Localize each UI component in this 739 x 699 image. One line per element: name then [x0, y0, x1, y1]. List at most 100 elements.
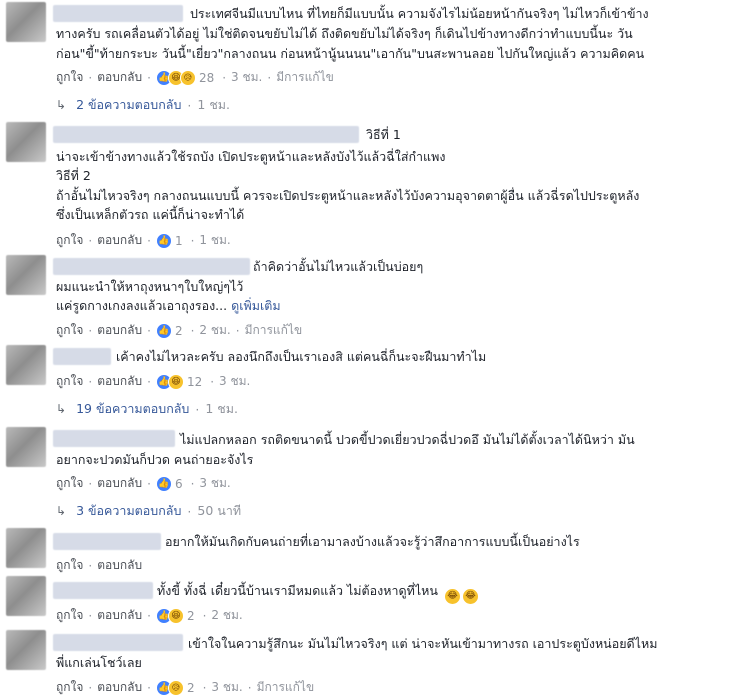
- commenter-avatar[interactable]: [6, 2, 46, 42]
- view-replies-link[interactable]: ↳ 19 ข้อความตอบกลับ · 1 ชม.: [56, 399, 238, 419]
- view-replies-link[interactable]: ↳ 3 ข้อความตอบกลับ · 50 นาที: [56, 501, 241, 521]
- comment-text-line: อยากจะปวดมันก็ปวด คนถ่ายอะจังไร: [56, 452, 254, 467]
- reaction-count: 2: [174, 323, 183, 338]
- like-link[interactable]: ถูกใจ: [56, 372, 83, 391]
- comment-actions: ถูกใจ · ตอบกลับ · 👍 2 · 2 ชม. · มีการแก้…: [56, 321, 302, 340]
- like-link[interactable]: ถูกใจ: [56, 474, 83, 493]
- reply-link[interactable]: ตอบกลับ: [97, 231, 142, 250]
- comment-text-line: น่าจะเข้าข้างทางแล้วใช้รถบัง เปิดประตูหน…: [56, 149, 446, 164]
- like-link[interactable]: ถูกใจ: [56, 231, 83, 250]
- view-replies-link[interactable]: ↳ 2 ข้อความตอบกลับ · 1 ชม.: [56, 95, 230, 115]
- comment-text-line: แค่รูดกางเกงลงแล้วเอาถุงรอง... ดูเพิ่มเต…: [56, 296, 281, 315]
- reaction-count: 6: [174, 476, 183, 491]
- separator-dot: ·: [88, 323, 93, 338]
- reactions-summary[interactable]: 👍 6: [155, 475, 183, 492]
- separator-dot: ·: [88, 608, 93, 623]
- separator-dot: ·: [88, 558, 93, 573]
- separator-dot: ·: [267, 70, 272, 85]
- commenter-name[interactable]: [53, 533, 161, 550]
- comment-text-line: ไม่แปลกหลอก รถติดขนาดนี้ ปวดขี้ปวดเยี่ยว…: [180, 432, 635, 447]
- reactions-summary[interactable]: 👍 😆 12: [155, 373, 202, 390]
- reaction-count: 2: [186, 680, 195, 695]
- like-link[interactable]: ถูกใจ: [56, 678, 83, 697]
- comment-time[interactable]: 3 ชม.: [211, 678, 242, 697]
- comment-4: เค้าคงไม่ไหวละครับ ลองนึกถึงเป็นเราเองสิ…: [0, 342, 739, 422]
- reply-link[interactable]: ตอบกลับ: [97, 606, 142, 625]
- reactions-summary[interactable]: 👍 😆 2: [155, 607, 195, 624]
- reply-arrow-icon: ↳: [56, 402, 67, 416]
- separator-dot: ·: [147, 323, 151, 338]
- like-link[interactable]: ถูกใจ: [56, 321, 83, 340]
- comment-time[interactable]: 2 ชม.: [199, 321, 230, 340]
- commenter-name[interactable]: [53, 348, 111, 365]
- separator-dot: ·: [210, 374, 215, 389]
- see-more-link[interactable]: ดูเพิ่มเติม: [231, 298, 281, 313]
- comment-text-line: ทางครับ รถเคลื่อนตัวได้อยู่ ไม่ใช่ติดจนข…: [56, 26, 633, 41]
- edited-label[interactable]: มีการแก้ไข: [276, 68, 334, 87]
- comment-text-line: ผมแนะนำให้หาถุงหนาๆใบใหญ่ๆไว้: [56, 279, 244, 294]
- comment-3: ถ้าคิดว่าอั้นไม่ไหวแล้วเป็นบ่อยๆ ผมแนะนำ…: [0, 250, 739, 342]
- comment-text-truncated: แค่รูดกางเกงลงแล้วเอาถุงรอง...: [56, 298, 228, 313]
- commenter-avatar[interactable]: [6, 576, 46, 616]
- separator-dot: ·: [88, 374, 93, 389]
- comment-text-line: พี่แกเล่นโชว์เลย: [56, 655, 142, 670]
- separator-dot: ·: [190, 476, 195, 491]
- replies-count-label[interactable]: 3 ข้อความตอบกลับ: [76, 501, 181, 521]
- commenter-avatar[interactable]: [6, 122, 46, 162]
- commenter-name[interactable]: [53, 634, 183, 651]
- replies-count-label[interactable]: 2 ข้อความตอบกลับ: [76, 95, 181, 115]
- separator-dot: ·: [222, 70, 227, 85]
- reply-link[interactable]: ตอบกลับ: [97, 678, 142, 697]
- reactions-summary[interactable]: 👍 1: [155, 232, 183, 249]
- commenter-name[interactable]: [53, 5, 183, 22]
- reply-arrow-icon: ↳: [56, 504, 67, 518]
- commenter-name[interactable]: [53, 126, 359, 143]
- reactions-summary[interactable]: 👍 2: [155, 322, 183, 339]
- reply-link[interactable]: ตอบกลับ: [97, 321, 142, 340]
- comment-actions: ถูกใจ · ตอบกลับ · 👍 1 · 1 ชม.: [56, 231, 231, 250]
- like-link[interactable]: ถูกใจ: [56, 606, 83, 625]
- comment-time[interactable]: 3 ชม.: [219, 372, 250, 391]
- separator-dot: ·: [190, 233, 195, 248]
- comment-time[interactable]: 2 ชม.: [211, 606, 242, 625]
- separator-dot: ·: [147, 374, 151, 389]
- separator-dot: ·: [187, 503, 192, 519]
- separator-dot: ·: [147, 476, 151, 491]
- commenter-avatar[interactable]: [6, 528, 46, 568]
- commenter-name[interactable]: [53, 430, 175, 447]
- reply-link[interactable]: ตอบกลับ: [97, 474, 142, 493]
- comment-2: วิธีที่ 1 น่าจะเข้าข้างทางแล้วใช้รถบัง เ…: [0, 118, 739, 250]
- reactions-summary[interactable]: 👍 😥 2: [155, 679, 195, 696]
- commenter-avatar[interactable]: [6, 255, 46, 295]
- commenter-avatar[interactable]: [6, 427, 46, 467]
- commenter-name[interactable]: [53, 258, 250, 275]
- comment-text-line: ซึ่งเป็นเหล็กตัวรถ แค่นี้ก็น่าจะทำได้: [56, 207, 245, 222]
- reactions-summary[interactable]: 👍 😆 😥 28: [155, 69, 215, 86]
- replies-count-label[interactable]: 19 ข้อความตอบกลับ: [76, 399, 189, 419]
- comment-actions: ถูกใจ · ตอบกลับ · 👍 😆 😥 28 · 3 ชม. · มีก…: [56, 68, 334, 87]
- commenter-name[interactable]: [53, 582, 153, 599]
- separator-dot: ·: [202, 608, 207, 623]
- separator-dot: ·: [147, 608, 151, 623]
- separator-dot: ·: [88, 70, 93, 85]
- edited-label[interactable]: มีการแก้ไข: [245, 321, 303, 340]
- like-link[interactable]: ถูกใจ: [56, 68, 83, 87]
- reply-link[interactable]: ตอบกลับ: [97, 372, 142, 391]
- haha-reaction-icon: 😆: [167, 373, 184, 390]
- comment-time[interactable]: 3 ชม.: [199, 474, 230, 493]
- separator-dot: ·: [202, 680, 207, 695]
- commenter-avatar[interactable]: [6, 345, 46, 385]
- comment-time[interactable]: 3 ชม.: [231, 68, 262, 87]
- edited-label[interactable]: มีการแก้ไข: [257, 678, 315, 697]
- separator-dot: ·: [190, 323, 195, 338]
- replies-time: 1 ชม.: [197, 97, 231, 112]
- reaction-count: 28: [198, 70, 215, 85]
- commenter-avatar[interactable]: [6, 630, 46, 670]
- sad-reaction-icon: 😥: [179, 69, 196, 86]
- reply-link[interactable]: ตอบกลับ: [97, 68, 142, 87]
- reply-arrow-icon: ↳: [56, 98, 67, 112]
- comment-8: เข้าใจในความรู้สึกนะ มันไม่ไหวจริงๆ แต่ …: [0, 626, 739, 699]
- comment-text-line: ทั้งขี้ ทั้งฉี่ เดี๋ยวนี้บ้านเรามีหมดแล้…: [157, 581, 478, 604]
- comment-text-line: เข้าใจในความรู้สึกนะ มันไม่ไหวจริงๆ แต่ …: [188, 636, 658, 651]
- comment-time[interactable]: 1 ชม.: [199, 231, 230, 250]
